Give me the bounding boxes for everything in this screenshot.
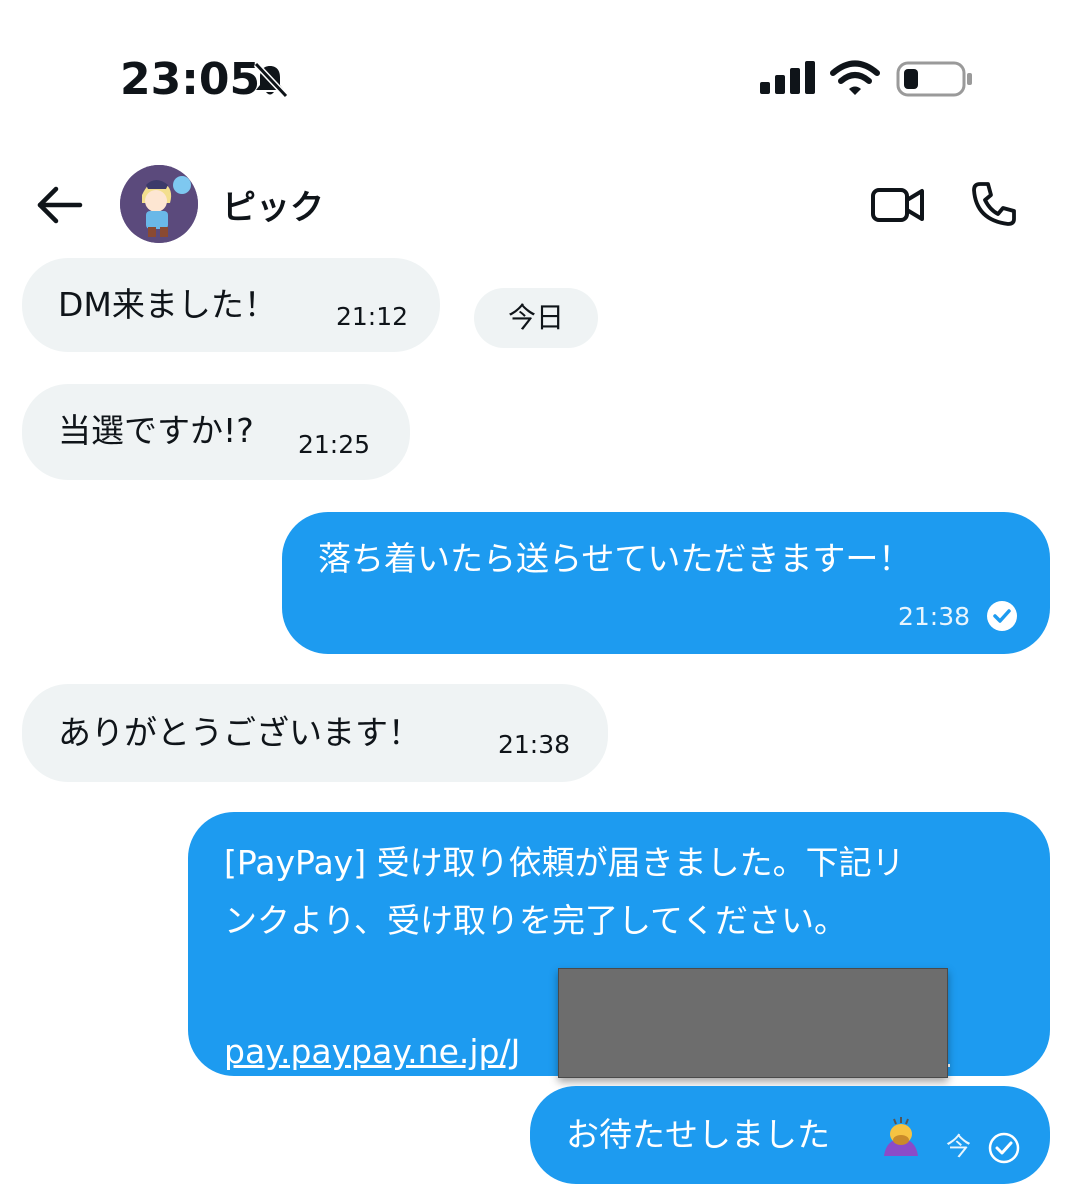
status-time: 23:05	[120, 54, 261, 105]
message-time: 21:25	[298, 430, 371, 459]
phone-call-icon[interactable]	[970, 180, 1018, 228]
sent-check-icon	[987, 601, 1017, 631]
message-text: DM来ました！	[58, 285, 277, 324]
message-text: お待たせしました	[566, 1115, 830, 1154]
redaction-block	[558, 968, 948, 1078]
message-bubble-outgoing[interactable]: お待たせしました 今	[530, 1086, 1050, 1184]
message-text: 落ち着いたら送らせていただきますー！	[318, 539, 912, 578]
person-bowing-emoji-icon	[884, 1117, 918, 1156]
contact-name[interactable]: ピック	[222, 180, 324, 229]
wifi-icon	[830, 60, 880, 95]
message-bubble-incoming[interactable]: 当選ですか!? 21:25	[22, 384, 410, 480]
message-text-line: ンクより、受け取りを完了してください。	[224, 901, 848, 940]
video-call-icon[interactable]	[870, 183, 926, 227]
avatar[interactable]	[120, 165, 198, 243]
message-time: 21:38	[498, 730, 571, 759]
avatar-image	[120, 165, 198, 243]
message-text-line: [PayPay] 受け取り依頼が届きました。下記リ	[224, 843, 905, 882]
battery-icon	[896, 61, 972, 97]
bell-slash-icon	[253, 61, 289, 99]
paypay-link[interactable]: pay.paypay.ne.jp/J	[224, 1032, 520, 1072]
message-time: 今	[946, 1132, 972, 1161]
message-bubble-outgoing[interactable]: 落ち着いたら送らせていただきますー！ 21:38	[282, 512, 1050, 654]
message-bubble-incoming[interactable]: DM来ました！ 21:12	[22, 258, 440, 352]
cellular-signal-icon	[760, 61, 815, 94]
message-text: ありがとうございます！	[58, 713, 421, 752]
sent-check-icon	[988, 1132, 1020, 1164]
message-time: 21:38	[898, 602, 971, 631]
message-text: 当選ですか!?	[58, 411, 254, 450]
message-time: 21:12	[336, 302, 409, 331]
message-bubble-incoming[interactable]: ありがとうございます！ 21:38	[22, 684, 608, 782]
back-arrow-icon[interactable]	[34, 183, 84, 227]
date-divider: 今日	[474, 288, 598, 348]
